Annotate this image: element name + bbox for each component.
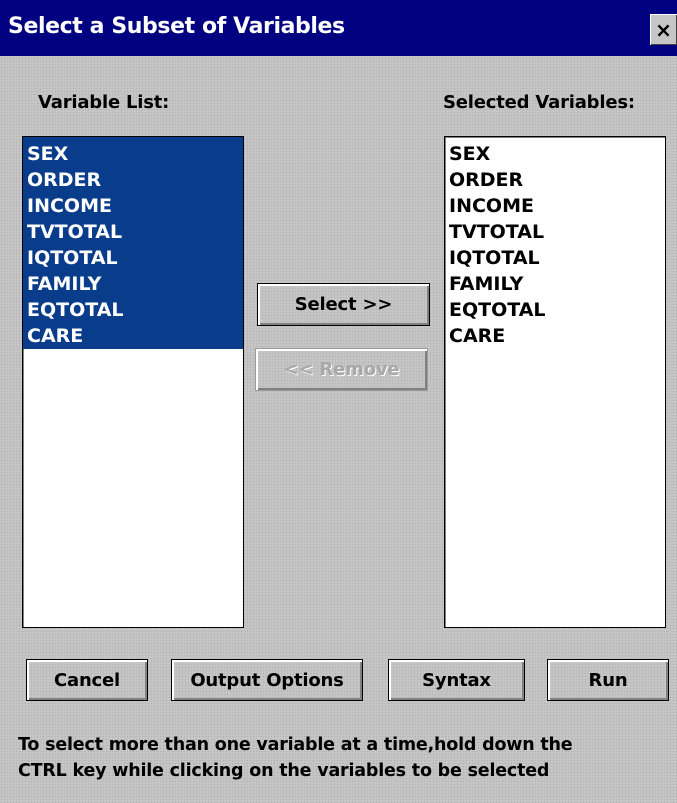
close-icon[interactable]: × — [650, 14, 677, 45]
selected-variables-list[interactable]: SEX ORDER INCOME TVTOTAL IQTOTAL FAMILY … — [444, 136, 666, 628]
list-item[interactable]: EQTOTAL — [23, 297, 243, 323]
select-button[interactable]: Select >> — [257, 283, 430, 326]
list-item[interactable]: IQTOTAL — [445, 245, 665, 271]
title-bar[interactable]: Select a Subset of Variables × — [0, 0, 677, 56]
list-item[interactable]: ORDER — [23, 167, 243, 193]
output-options-button[interactable]: Output Options — [171, 659, 363, 701]
list-item[interactable]: CARE — [23, 323, 243, 349]
list-item[interactable]: INCOME — [445, 193, 665, 219]
select-subset-dialog: Select a Subset of Variables × Variable … — [0, 0, 677, 803]
help-text-line: To select more than one variable at a ti… — [18, 735, 573, 755]
run-button[interactable]: Run — [547, 659, 669, 701]
list-item[interactable]: TVTOTAL — [23, 219, 243, 245]
window-title: Select a Subset of Variables — [8, 14, 345, 39]
variable-list-label: Variable List: — [38, 92, 170, 113]
list-item[interactable]: CARE — [445, 323, 665, 349]
list-item[interactable]: EQTOTAL — [445, 297, 665, 323]
selected-variables-label: Selected Variables: — [443, 92, 635, 113]
list-item[interactable]: TVTOTAL — [445, 219, 665, 245]
list-item[interactable]: FAMILY — [23, 271, 243, 297]
variable-list[interactable]: SEX ORDER INCOME TVTOTAL IQTOTAL FAMILY … — [22, 136, 244, 628]
help-text-line: CTRL key while clicking on the variables… — [18, 761, 550, 781]
list-item[interactable]: IQTOTAL — [23, 245, 243, 271]
list-item[interactable]: SEX — [445, 137, 665, 167]
list-item[interactable]: INCOME — [23, 193, 243, 219]
help-text: To select more than one variable at a ti… — [18, 732, 668, 784]
list-item[interactable]: SEX — [23, 137, 243, 167]
remove-button[interactable]: << Remove — [255, 348, 428, 391]
list-item[interactable]: ORDER — [445, 167, 665, 193]
syntax-button[interactable]: Syntax — [388, 659, 525, 701]
cancel-button[interactable]: Cancel — [26, 659, 148, 701]
list-item[interactable]: FAMILY — [445, 271, 665, 297]
